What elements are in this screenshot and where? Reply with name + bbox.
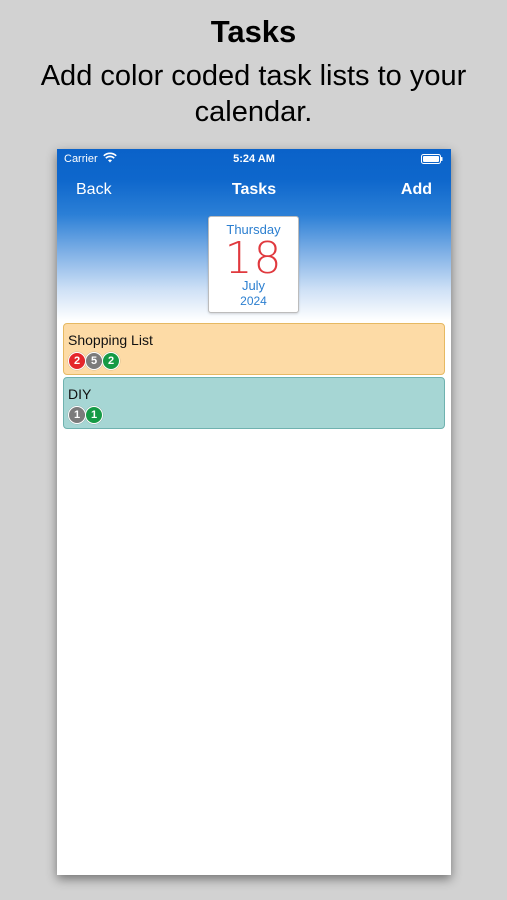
- promo-subtitle: Add color coded task lists to your calen…: [40, 60, 467, 128]
- task-list-name: Shopping List: [68, 332, 153, 348]
- task-count-badges: 2 5 2: [68, 352, 120, 370]
- task-list: Shopping List 2 5 2 DIY 1 1: [63, 323, 445, 431]
- navigation-bar: Back Tasks Add: [57, 174, 451, 206]
- date-month: July: [241, 278, 266, 293]
- page-title: Tasks: [231, 181, 277, 198]
- task-list-item-shopping-list[interactable]: Shopping List 2 5 2: [63, 323, 445, 375]
- add-button[interactable]: Add: [401, 181, 432, 199]
- overdue-count-badge: 2: [68, 352, 86, 370]
- completed-count-badge: 1: [85, 406, 103, 424]
- date-card[interactable]: Thursday 18 July 2024: [208, 216, 299, 313]
- date-year: 2024: [240, 294, 267, 308]
- completed-count-badge: 2: [102, 352, 120, 370]
- pending-count-badge: 1: [68, 406, 86, 424]
- pending-count-badge: 5: [85, 352, 103, 370]
- task-list-item-diy[interactable]: DIY 1 1: [63, 377, 445, 429]
- phone-screen: Carrier 5:24 AM Back Tasks Add Thursday …: [57, 149, 451, 875]
- status-bar: Carrier 5:24 AM: [57, 149, 451, 171]
- promo-title: Tasks: [210, 14, 297, 49]
- date-day-number: 18: [224, 233, 283, 284]
- task-count-badges: 1 1: [68, 406, 103, 424]
- task-list-name: DIY: [68, 386, 92, 402]
- status-time: 5:24 AM: [233, 153, 275, 165]
- battery-icon: [421, 154, 443, 164]
